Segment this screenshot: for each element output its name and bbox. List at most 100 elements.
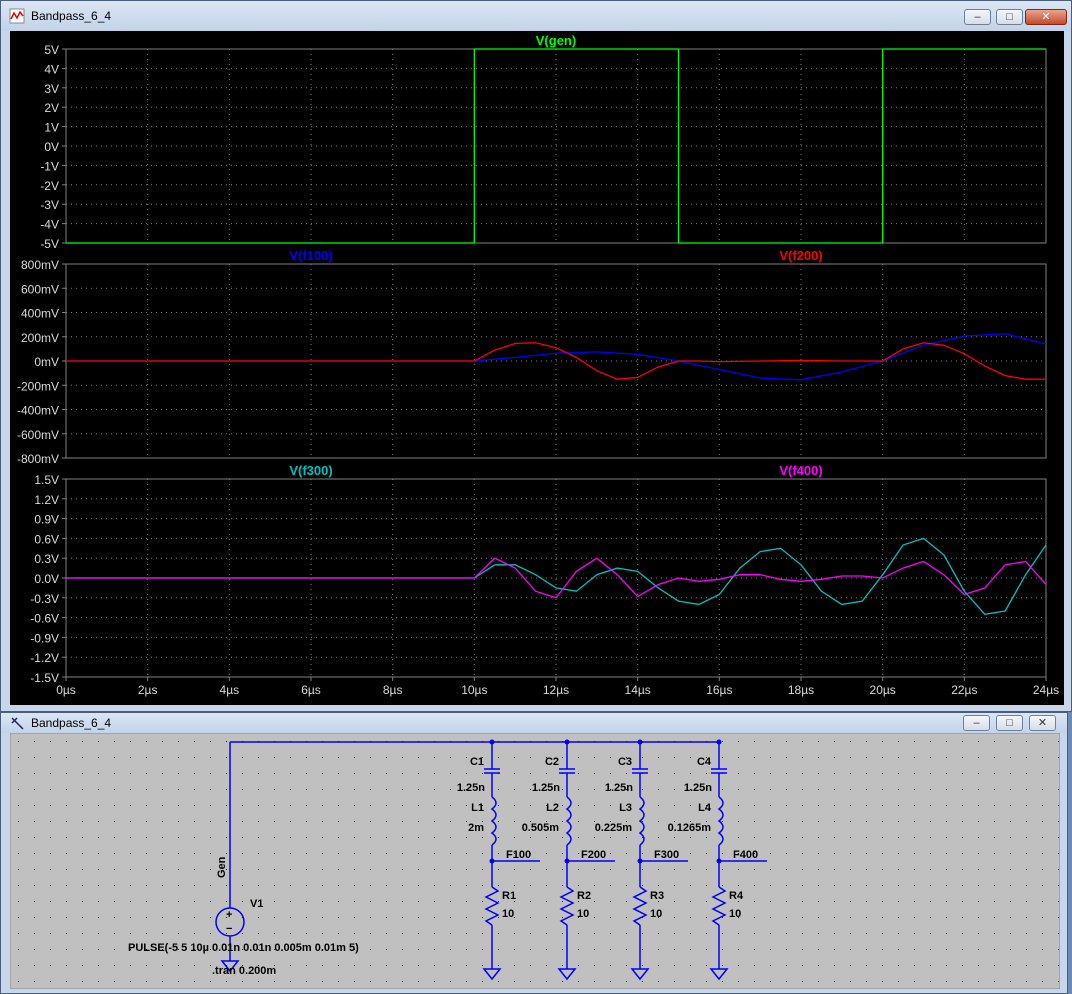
grid-dot xyxy=(658,805,659,806)
grid-dot xyxy=(242,773,243,774)
minimize-button[interactable]: – xyxy=(964,9,991,25)
grid-dot xyxy=(706,869,707,870)
grid-dot xyxy=(274,757,275,758)
close-button[interactable]: ✕ xyxy=(1025,9,1067,25)
grid-dot xyxy=(786,837,787,838)
grid-dot xyxy=(1026,949,1027,950)
grid-dot xyxy=(786,885,787,886)
grid-dot xyxy=(242,805,243,806)
grid-dot xyxy=(66,821,67,822)
grid-dot xyxy=(962,789,963,790)
waveform-plot-area[interactable]: 5V 4V 3V 2V 1V 0V -1V -2V -3V -4V -5V V(gen) 800mV 60… xyxy=(10,31,1064,705)
schematic-close-button[interactable]: ✕ xyxy=(1029,715,1056,731)
grid-dot xyxy=(1042,805,1043,806)
grid-dot xyxy=(866,837,867,838)
maximize-button[interactable]: □ xyxy=(996,9,1023,25)
grid-dot xyxy=(642,949,643,950)
grid-dot xyxy=(754,821,755,822)
grid-dot xyxy=(546,949,547,950)
grid-dot xyxy=(546,837,547,838)
res-name-label: R1 xyxy=(502,890,516,902)
grid-dot xyxy=(690,869,691,870)
grid-dot xyxy=(1026,805,1027,806)
net-label-f300: F300 xyxy=(654,849,679,861)
grid-dot xyxy=(514,965,515,966)
grid-dot xyxy=(418,837,419,838)
grid-dot xyxy=(338,757,339,758)
grid-dot xyxy=(962,773,963,774)
grid-dot xyxy=(290,773,291,774)
schematic-canvas[interactable]: + − Gen V1 PULSE(-5 5 10µ 0.01n 0.01n 0.005m… xyxy=(10,733,1060,989)
grid-dot xyxy=(146,901,147,902)
grid-dot xyxy=(690,981,691,982)
schematic-maximize-button[interactable]: □ xyxy=(996,715,1023,731)
grid-dot xyxy=(578,981,579,982)
grid-dot xyxy=(418,981,419,982)
grid-dot xyxy=(194,837,195,838)
grid-dot xyxy=(114,885,115,886)
grid-dot xyxy=(370,933,371,934)
grid-dot xyxy=(98,901,99,902)
grid-dot xyxy=(898,821,899,822)
grid-dot xyxy=(178,757,179,758)
waveform-window-title: Bandpass_6_4 xyxy=(31,9,112,23)
grid-dot xyxy=(386,821,387,822)
grid-dot xyxy=(754,901,755,902)
grid-dot xyxy=(66,789,67,790)
grid-dot xyxy=(194,933,195,934)
grid-dot xyxy=(210,933,211,934)
grid-dot xyxy=(978,949,979,950)
grid-dot xyxy=(562,757,563,758)
grid-dot xyxy=(290,965,291,966)
grid-dot xyxy=(866,773,867,774)
grid-dot xyxy=(466,805,467,806)
grid-dot xyxy=(786,901,787,902)
grid-dot xyxy=(178,901,179,902)
grid-dot xyxy=(466,853,467,854)
grid-dot xyxy=(50,821,51,822)
grid-dot xyxy=(18,981,19,982)
grid-dot xyxy=(50,789,51,790)
grid-dot xyxy=(674,869,675,870)
ind-name-label: L3 xyxy=(619,802,632,814)
grid-dot xyxy=(34,773,35,774)
grid-dot xyxy=(354,837,355,838)
grid-dot xyxy=(866,757,867,758)
grid-dot xyxy=(370,821,371,822)
grid-dot xyxy=(658,933,659,934)
grid-dot xyxy=(706,981,707,982)
grid-dot xyxy=(370,965,371,966)
grid-dot xyxy=(290,981,291,982)
grid-dot xyxy=(674,757,675,758)
waveform-titlebar[interactable]: Bandpass_6_4 – □ ✕ xyxy=(1,1,1071,31)
grid-dot xyxy=(290,885,291,886)
grid-dot xyxy=(66,981,67,982)
grid-dot xyxy=(402,789,403,790)
grid-dot xyxy=(850,773,851,774)
grid-dot xyxy=(386,885,387,886)
grid-dot xyxy=(34,949,35,950)
grid-dot xyxy=(194,757,195,758)
grid-dot xyxy=(658,757,659,758)
grid-dot xyxy=(754,757,755,758)
schematic-titlebar[interactable]: Bandpass_6_4 – □ ✕ xyxy=(1,713,1067,733)
grid-dot xyxy=(1026,965,1027,966)
grid-dot xyxy=(722,789,723,790)
grid-dot xyxy=(338,853,339,854)
grid-dot xyxy=(946,869,947,870)
grid-dot xyxy=(34,869,35,870)
grid-dot xyxy=(738,837,739,838)
grid-dot xyxy=(402,773,403,774)
schematic-minimize-button[interactable]: – xyxy=(963,715,990,731)
grid-dot xyxy=(130,837,131,838)
grid-dot xyxy=(882,837,883,838)
grid-dot xyxy=(866,741,867,742)
grid-dot xyxy=(82,869,83,870)
grid-dot xyxy=(1026,821,1027,822)
grid-dot xyxy=(818,837,819,838)
grid-dot xyxy=(450,917,451,918)
y-tick-label: -0.3V xyxy=(30,592,59,606)
grid-dot xyxy=(658,789,659,790)
grid-dot xyxy=(978,805,979,806)
grid-dot xyxy=(962,917,963,918)
